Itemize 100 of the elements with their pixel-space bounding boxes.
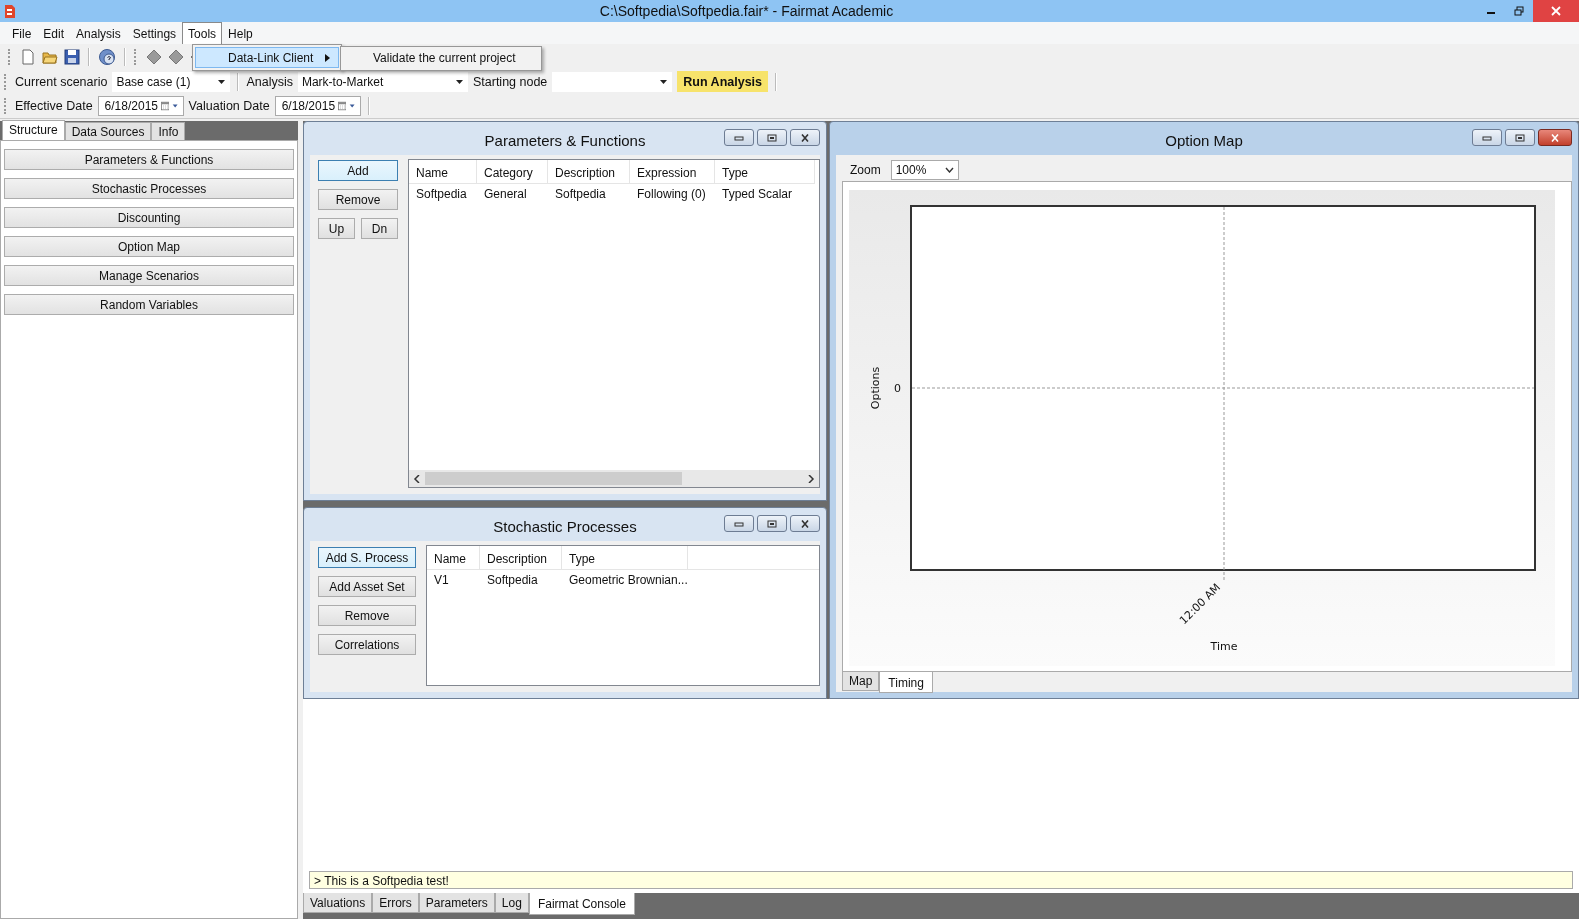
tick-label: 0	[894, 382, 901, 395]
close-button[interactable]	[790, 515, 820, 532]
help-icon[interactable]	[98, 47, 116, 66]
column-header[interactable]: Name	[409, 160, 477, 184]
close-icon	[800, 519, 810, 528]
table-cell-text: V1	[433, 572, 450, 589]
analysis-dropdown[interactable]: Mark-to-Market	[297, 71, 468, 92]
minimize-icon	[1482, 133, 1492, 142]
sidebar-button[interactable]: Manage Scenarios	[4, 265, 294, 286]
maximize-button[interactable]	[757, 515, 787, 532]
column-header[interactable]: Category	[477, 160, 548, 184]
table-cell-text: General	[483, 186, 528, 203]
caret-icon	[217, 78, 227, 85]
calendar-icon	[338, 100, 347, 112]
scenario-dropdown[interactable]: Base case (1)	[112, 71, 231, 92]
tab[interactable]: Log	[494, 893, 529, 913]
column-header[interactable]: Description	[548, 160, 630, 184]
sidebar-button[interactable]: Parameters & Functions	[4, 149, 294, 170]
maximize-button[interactable]	[757, 129, 787, 146]
tab[interactable]: Fairmat Console	[528, 893, 635, 915]
caret-icon	[349, 103, 356, 109]
menu-item[interactable]: Tools	[182, 22, 223, 44]
scrollbar-thumb[interactable]	[425, 472, 683, 485]
tab[interactable]: Parameters	[418, 893, 495, 913]
window-title: Stochastic Processes	[493, 517, 637, 535]
menu-item[interactable]: Settings	[126, 22, 183, 44]
menu-item[interactable]: Analysis	[70, 22, 127, 44]
button[interactable]: Up	[318, 218, 355, 239]
tab[interactable]: Errors	[372, 893, 419, 913]
close-button[interactable]	[1538, 129, 1572, 146]
chevron-icon	[944, 167, 954, 173]
tab[interactable]: Structure	[2, 120, 65, 140]
sidebar-button[interactable]: Random Variables	[4, 294, 294, 315]
save-icon[interactable]	[64, 48, 80, 65]
button[interactable]: Remove	[318, 189, 398, 210]
console-input[interactable]: > This is a Softpedia test!	[309, 871, 1573, 889]
axis-title: Options	[869, 366, 882, 410]
field-label: Zoom	[850, 163, 881, 177]
button[interactable]: Remove	[318, 605, 416, 626]
field-label: Current scenario	[15, 74, 108, 89]
sidebar-button[interactable]: Discounting	[4, 207, 294, 228]
maximize-icon	[1515, 133, 1525, 142]
close-icon	[1550, 133, 1560, 142]
field-label: Analysis	[246, 74, 293, 89]
column-header[interactable]: Type	[715, 160, 815, 184]
tab[interactable]: Data Sources	[64, 122, 152, 140]
close-icon	[1551, 6, 1561, 16]
table-cell-text: Softpedia	[554, 186, 607, 203]
column-header[interactable]: Expression	[630, 160, 715, 184]
maximize-icon	[767, 133, 777, 142]
field-label: Starting node	[472, 74, 548, 89]
field-label: Effective Date	[15, 99, 93, 113]
starting-node-dropdown[interactable]	[552, 71, 673, 92]
table-cell-text: Softpedia	[486, 572, 539, 589]
button[interactable]: Add	[318, 160, 398, 181]
button[interactable]: Add S. Process	[318, 547, 416, 568]
button[interactable]: Dn	[361, 218, 398, 239]
close-icon	[800, 133, 810, 142]
menu-entry[interactable]: Data-Link Client	[195, 47, 339, 68]
table-cell-text: Typed Scalar	[721, 186, 794, 203]
maximize-button[interactable]	[1505, 129, 1535, 146]
tab[interactable]: Info	[151, 122, 186, 140]
column-header[interactable]: Name	[427, 546, 480, 570]
calendar-icon	[161, 100, 170, 112]
date-picker[interactable]: 6/18/2015	[274, 96, 361, 116]
menu-item[interactable]: Edit	[37, 22, 71, 44]
menu-entry[interactable]: Validate the current project	[343, 49, 539, 68]
button[interactable]: Correlations	[318, 634, 416, 655]
caret-icon	[659, 78, 669, 85]
tab[interactable]: Timing	[879, 672, 933, 693]
table-cell-text: Following (0)	[636, 186, 707, 203]
caret-icon	[172, 103, 179, 109]
button[interactable]: Add Asset Set	[318, 576, 416, 597]
sidebar-button[interactable]: Option Map	[4, 236, 294, 257]
window-title: C:\Softpedia\Softpedia.fair* - Fairmat Academic	[598, 3, 895, 19]
date-picker[interactable]: 6/18/2015	[97, 96, 184, 116]
column-header[interactable]: Description	[480, 546, 562, 570]
new-document-icon[interactable]	[20, 48, 36, 65]
maximize-icon	[767, 519, 777, 528]
axis-title: Time	[1210, 640, 1238, 653]
table-cell-text: Softpedia	[415, 186, 468, 203]
minimize-icon	[734, 133, 744, 142]
window-title: Parameters & Functions	[484, 131, 646, 149]
minimize-icon	[734, 519, 744, 528]
tab[interactable]: Valuations	[303, 893, 373, 913]
close-button[interactable]	[790, 129, 820, 146]
restore-icon	[1514, 6, 1524, 16]
tab[interactable]: Map	[842, 672, 880, 691]
run-analysis-button[interactable]: Run Analysis	[677, 71, 769, 92]
menu-item[interactable]: File	[6, 22, 38, 44]
zoom-dropdown[interactable]: 100%	[890, 160, 959, 180]
app-icon	[4, 3, 16, 19]
menu-item[interactable]: Help	[222, 22, 259, 44]
window-title: Option Map	[1165, 131, 1243, 149]
scroll-right-icon	[807, 474, 815, 483]
caret-icon	[454, 78, 464, 85]
column-header[interactable]: Type	[562, 546, 688, 570]
horizontal-scrollbar[interactable]	[409, 470, 819, 487]
sidebar-button[interactable]: Stochastic Processes	[4, 178, 294, 199]
table-cell-text: Geometric Brownian...	[568, 572, 688, 589]
